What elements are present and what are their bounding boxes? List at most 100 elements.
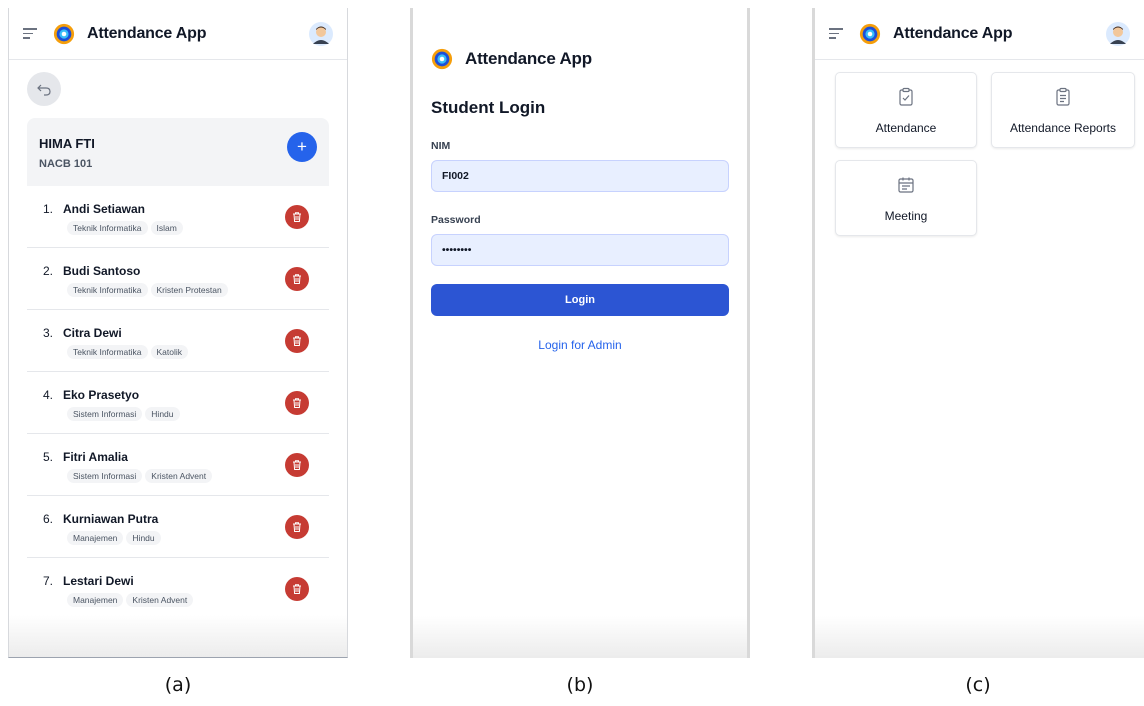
caption-b: (b)	[566, 674, 594, 696]
user-avatar[interactable]	[309, 21, 333, 46]
trash-icon	[293, 459, 301, 470]
student-tag: Sistem Informasi	[67, 469, 143, 483]
caption-a: (a)	[164, 674, 192, 696]
group-name: HIMA FTI	[39, 136, 95, 151]
password-label: Password	[431, 214, 481, 226]
login-heading: Student Login	[431, 98, 546, 117]
dashboard-screen: Attendance App Attendance Attendance Rep…	[812, 8, 1144, 658]
student-name: Kurniawan Putra	[63, 512, 159, 526]
trash-icon	[293, 273, 301, 284]
add-member-button[interactable]: +	[287, 132, 317, 162]
trash-icon	[293, 211, 301, 222]
student-number: 3.	[43, 326, 54, 340]
student-tag: Kristen Protestan	[150, 283, 228, 297]
group-code: NACB 101	[39, 158, 93, 170]
student-tag: Teknik Informatika	[67, 221, 148, 235]
attendance-tile[interactable]: Attendance	[835, 72, 977, 148]
bottom-fade	[413, 616, 747, 658]
student-name: Andi Setiawan	[63, 202, 146, 216]
app-logo-icon	[53, 23, 75, 44]
student-tags: Teknik Informatika Islam	[67, 220, 253, 237]
menu-icon[interactable]	[829, 28, 843, 39]
admin-login-link[interactable]: Login for Admin	[431, 338, 729, 352]
back-button[interactable]	[27, 72, 61, 106]
student-tag: Hindu	[145, 407, 180, 421]
student-name: Lestari Dewi	[63, 574, 134, 588]
app-header: Attendance App	[9, 8, 347, 60]
app-header: Attendance App	[815, 8, 1144, 60]
login-button[interactable]: Login	[431, 284, 729, 316]
student-name: Fitri Amalia	[63, 450, 128, 464]
student-number: 7.	[43, 574, 54, 588]
student-name: Budi Santoso	[63, 264, 141, 278]
student-tag: Teknik Informatika	[67, 345, 148, 359]
plus-icon: +	[297, 137, 307, 156]
student-tag: Islam	[150, 221, 183, 235]
app-title: Attendance App	[893, 24, 1013, 42]
student-number: 5.	[43, 450, 54, 464]
student-tag: Kristen Advent	[145, 469, 213, 483]
app-title: Attendance App	[87, 24, 207, 42]
student-tags: Manajemen Hindu	[67, 530, 253, 547]
student-tag: Kristen Advent	[126, 593, 194, 607]
student-tag: Teknik Informatika	[67, 283, 148, 297]
bottom-fade	[815, 616, 1144, 658]
student-row: 5. Fitri Amalia Sistem Informasi Kristen Ad…	[27, 434, 329, 496]
calendar-icon	[898, 177, 914, 193]
meeting-tile[interactable]: Meeting	[835, 160, 977, 236]
clipboard-list-icon	[1056, 87, 1070, 106]
delete-student-button[interactable]	[285, 514, 309, 539]
delete-student-button[interactable]	[285, 266, 309, 291]
student-tags: Sistem Informasi Hindu	[67, 406, 253, 423]
student-row: 4. Eko Prasetyo Sistem Informasi Hindu	[27, 372, 329, 434]
student-tag: Manajemen	[67, 531, 124, 545]
delete-student-button[interactable]	[285, 576, 309, 601]
student-tags: Teknik Informatika Kristen Protestan	[67, 282, 253, 299]
menu-icon[interactable]	[23, 28, 37, 39]
trash-icon	[293, 397, 301, 408]
undo-arrow-icon	[37, 84, 51, 96]
student-tag: Manajemen	[67, 593, 124, 607]
student-number: 2.	[43, 264, 54, 278]
student-row: 7. Lestari Dewi Manajemen Kristen Advent	[27, 558, 329, 620]
tile-label: Attendance Reports	[1009, 121, 1117, 135]
login-brand: Attendance App	[431, 48, 592, 70]
student-tags: Manajemen Kristen Advent	[67, 592, 253, 609]
student-number: 1.	[43, 202, 54, 216]
group-members-screen: Attendance App HIMA FTI NACB 101 + 1. And…	[8, 8, 348, 658]
student-tags: Sistem Informasi Kristen Advent	[67, 468, 253, 485]
app-logo-icon	[431, 48, 453, 70]
delete-student-button[interactable]	[285, 452, 309, 477]
student-tag: Hindu	[126, 531, 161, 545]
student-row: 6. Kurniawan Putra Manajemen Hindu	[27, 496, 329, 558]
student-row: 2. Budi Santoso Teknik Informatika Kristen …	[27, 248, 329, 310]
delete-student-button[interactable]	[285, 328, 309, 353]
trash-icon	[293, 583, 301, 594]
app-title: Attendance App	[465, 49, 592, 68]
password-input[interactable]	[431, 234, 729, 266]
student-tag: Katolik	[150, 345, 189, 359]
trash-icon	[293, 335, 301, 346]
bottom-fade	[9, 615, 347, 657]
nim-label: NIM	[431, 140, 451, 152]
student-row: 1. Andi Setiawan Teknik Informatika Islam	[27, 186, 329, 248]
tile-label: Meeting	[884, 209, 928, 223]
clipboard-check-icon	[899, 87, 913, 106]
group-header-card: HIMA FTI NACB 101 +	[27, 118, 329, 186]
student-name: Citra Dewi	[63, 326, 122, 340]
nim-input[interactable]	[431, 160, 729, 192]
student-login-screen: Attendance App Student Login NIM Passwor…	[410, 8, 750, 658]
trash-icon	[293, 521, 301, 532]
user-avatar[interactable]	[1106, 21, 1130, 46]
attendance-reports-tile[interactable]: Attendance Reports	[991, 72, 1135, 148]
student-list: 1. Andi Setiawan Teknik Informatika Islam 2.…	[27, 186, 329, 657]
student-name: Eko Prasetyo	[63, 388, 140, 402]
student-row: 3. Citra Dewi Teknik Informatika Katolik	[27, 310, 329, 372]
student-number: 4.	[43, 388, 54, 402]
delete-student-button[interactable]	[285, 390, 309, 415]
student-tags: Teknik Informatika Katolik	[67, 344, 253, 361]
delete-student-button[interactable]	[285, 204, 309, 229]
app-logo-icon	[859, 23, 881, 44]
student-tag: Sistem Informasi	[67, 407, 143, 421]
caption-c: (c)	[965, 674, 991, 696]
